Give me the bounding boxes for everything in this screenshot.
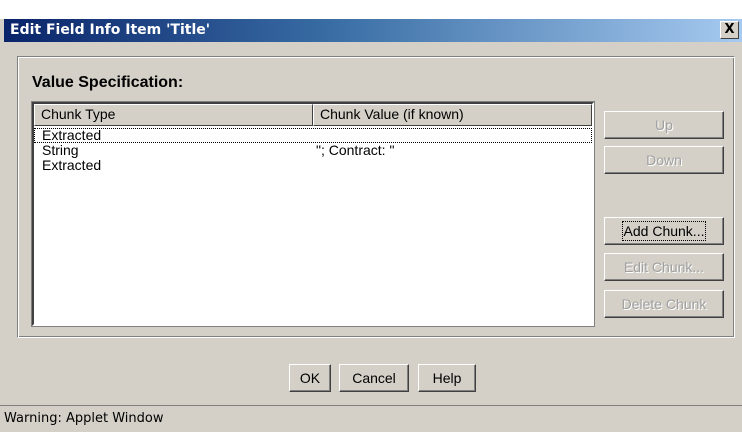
list-header: Chunk Type Chunk Value (if known): [34, 104, 592, 126]
chunk-type-cell: Extracted: [42, 127, 102, 143]
chunk-type-cell: String: [42, 142, 79, 158]
close-icon: X: [724, 22, 735, 37]
list-rows: Extracted String "; Contract: " Extracte…: [34, 128, 592, 173]
ok-button[interactable]: OK: [289, 364, 331, 392]
title-bar[interactable]: Edit Field Info Item 'Title' X: [4, 19, 742, 42]
group-label: Value Specification:: [32, 74, 184, 91]
help-button[interactable]: Help: [418, 364, 476, 392]
chunk-value-cell: [304, 128, 316, 143]
status-bar: Warning: Applet Window: [0, 405, 742, 432]
window-title: Edit Field Info Item 'Title': [10, 22, 211, 38]
column-header-chunk-value[interactable]: Chunk Value (if known): [313, 104, 592, 126]
list-item[interactable]: String "; Contract: ": [34, 143, 592, 158]
column-header-chunk-type[interactable]: Chunk Type: [34, 104, 313, 126]
chunk-value-cell: "; Contract: ": [316, 142, 395, 158]
cancel-button[interactable]: Cancel: [339, 364, 409, 392]
dialog-window: Edit Field Info Item 'Title' X Value Spe…: [0, 0, 742, 432]
list-item[interactable]: Extracted: [34, 128, 592, 143]
edit-chunk-button[interactable]: Edit Chunk...: [604, 253, 724, 281]
chunk-type-cell: Extracted: [42, 157, 102, 173]
down-button[interactable]: Down: [604, 146, 724, 174]
chunk-value-cell: [304, 158, 316, 173]
status-text: Warning: Applet Window: [4, 411, 164, 426]
add-chunk-button[interactable]: Add Chunk...: [604, 217, 724, 245]
delete-chunk-button[interactable]: Delete Chunk: [604, 290, 724, 318]
up-button[interactable]: Up: [604, 111, 724, 139]
close-button[interactable]: X: [720, 21, 739, 39]
add-chunk-label: Add Chunk...: [621, 221, 707, 241]
chunk-list[interactable]: Chunk Type Chunk Value (if known) Extrac…: [31, 101, 595, 327]
top-strip: [0, 0, 742, 19]
list-item[interactable]: Extracted: [34, 158, 592, 173]
